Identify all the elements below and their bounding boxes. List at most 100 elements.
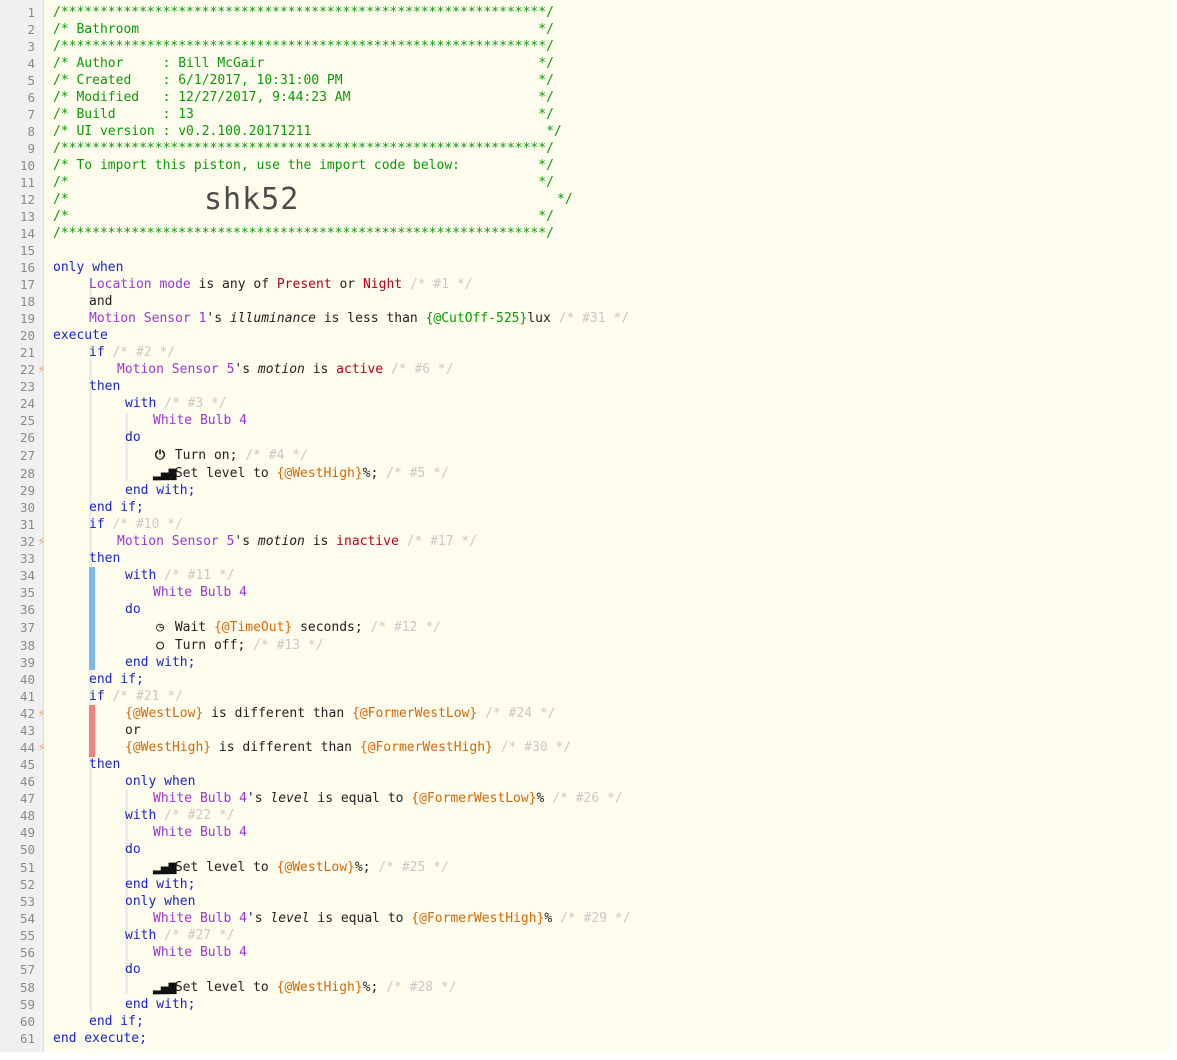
operator-text: is different than xyxy=(211,706,345,721)
possessive: 's xyxy=(234,534,251,549)
header-border: /***************************************… xyxy=(53,141,554,156)
task-wait[interactable]: Wait xyxy=(175,620,206,635)
header-title: /* Bathroom */ xyxy=(53,22,554,37)
end-with-keyword: end with; xyxy=(125,997,196,1012)
piston-code-editor: 1 2 3 4 5 6 7 8 9 10 11 12 13 14 15 16 17 18 19 20 21 22 ⚡ 23 24… xyxy=(0,0,1170,1052)
device-white-bulb-4[interactable]: White Bulb 4 xyxy=(153,944,247,961)
device-white-bulb-4[interactable]: White Bulb 4 xyxy=(153,412,247,429)
then-keyword: then xyxy=(89,757,121,772)
with-keyword: with xyxy=(125,928,157,943)
statement-id: /* #11 */ xyxy=(164,568,235,583)
statement-id: /* #28 */ xyxy=(386,980,457,995)
attribute-motion: motion xyxy=(257,362,305,377)
task-turn-off[interactable]: Turn off; xyxy=(175,638,245,653)
end-with-keyword: end with; xyxy=(125,655,196,670)
task-set-level[interactable]: Set level to xyxy=(175,860,269,875)
or-operator: or xyxy=(125,723,141,738)
end-with-keyword: end with; xyxy=(125,877,196,892)
signal-bars-icon: ▂▄▆ xyxy=(153,466,177,481)
possessive: 's xyxy=(246,911,263,926)
line-number: 15 xyxy=(19,243,35,258)
if-keyword: if xyxy=(89,345,105,360)
statement-id: /* #24 */ xyxy=(485,706,556,721)
statement-id: /* #17 */ xyxy=(406,534,478,549)
header-border: /***************************************… xyxy=(53,5,554,20)
statement-id: /* #6 */ xyxy=(390,362,454,377)
header-created: /* Created : 6/1/2017, 10:31:00 PM */ xyxy=(53,73,554,88)
task-set-level[interactable]: Set level to xyxy=(175,980,269,995)
only-when-keyword: only when xyxy=(125,894,196,909)
possessive: 's xyxy=(246,791,263,806)
value-active[interactable]: active xyxy=(336,362,383,377)
possessive: 's xyxy=(234,362,251,377)
percent-sign: %; xyxy=(362,466,379,481)
clock-icon: ◷ xyxy=(156,620,164,635)
header-border: /***************************************… xyxy=(53,226,554,241)
header-ui-version: /* UI version : v0.2.100.20171211 */ xyxy=(53,124,562,139)
variable-formerwesthigh[interactable]: {@FormerWestHigh} xyxy=(411,911,544,926)
statement-id: /* #27 */ xyxy=(164,928,235,943)
do-keyword: do xyxy=(125,602,141,617)
end-execute-keyword: end execute; xyxy=(53,1031,147,1046)
task-turn-on[interactable]: Turn on; xyxy=(175,448,238,463)
power-icon: ⏻ xyxy=(154,448,166,463)
variable-westhigh[interactable]: {@WestHigh} xyxy=(277,466,363,481)
then-keyword: then xyxy=(89,379,121,394)
location-mode[interactable]: Location mode xyxy=(89,277,191,292)
operator-text: is different than xyxy=(218,740,352,755)
percent-sign: %; xyxy=(362,980,379,995)
statement-id: /* #25 */ xyxy=(378,860,449,875)
statement-id: /* #1 */ xyxy=(409,277,473,292)
statement-id: /* #5 */ xyxy=(386,466,449,481)
end-with-keyword: end with; xyxy=(125,483,196,498)
statement-id: /* #12 */ xyxy=(370,620,441,635)
statement-id: /* #30 */ xyxy=(500,740,572,755)
device-motion-sensor-1[interactable]: Motion Sensor 1 xyxy=(89,311,206,326)
statement-id: /* #13 */ xyxy=(253,638,324,653)
value-present[interactable]: Present xyxy=(277,277,332,292)
statement-id: /* #26 */ xyxy=(552,791,623,806)
operator-text: is equal to xyxy=(317,791,404,806)
variable-formerwestlow[interactable]: {@FormerWestLow} xyxy=(352,706,477,721)
header-blank: /* */ xyxy=(53,209,554,224)
device-white-bulb-4[interactable]: White Bulb 4 xyxy=(153,911,247,926)
signal-bars-icon: ▂▄▆ xyxy=(153,860,177,875)
value-inactive[interactable]: inactive xyxy=(336,534,399,549)
header-code-suffix: */ xyxy=(557,192,573,207)
unit-lux: lux xyxy=(527,311,551,326)
end-if-keyword: end if; xyxy=(89,500,144,515)
with-keyword: with xyxy=(125,808,157,823)
task-set-level[interactable]: Set level to xyxy=(175,466,269,481)
variable-formerwesthigh[interactable]: {@FormerWestHigh} xyxy=(360,740,493,755)
attribute-motion: motion xyxy=(257,534,305,549)
expression-cutoff[interactable]: {@CutOff-525} xyxy=(426,311,528,326)
device-white-bulb-4[interactable]: White Bulb 4 xyxy=(153,584,247,601)
device-white-bulb-4[interactable]: White Bulb 4 xyxy=(153,791,247,806)
only-when-keyword: only when xyxy=(53,260,124,275)
device-motion-sensor-5[interactable]: Motion Sensor 5 xyxy=(117,534,234,549)
percent-sign: %; xyxy=(354,860,371,875)
device-white-bulb-4[interactable]: White Bulb 4 xyxy=(153,824,247,841)
statement-id: /* #3 */ xyxy=(164,396,227,411)
only-when-keyword: only when xyxy=(125,774,196,789)
import-code[interactable]: shk52 xyxy=(204,183,299,217)
variable-timeout[interactable]: {@TimeOut} xyxy=(214,620,292,635)
variable-formerwestlow[interactable]: {@FormerWestLow} xyxy=(411,791,536,806)
operator-text: is less than xyxy=(323,311,418,326)
statement-id: /* #31 */ xyxy=(558,311,630,326)
variable-westhigh[interactable]: {@WestHigh} xyxy=(277,980,363,995)
execute-keyword: execute xyxy=(53,328,108,343)
attribute-level: level xyxy=(270,911,310,926)
operator-text: is equal to xyxy=(317,911,404,926)
variable-westhigh[interactable]: {@WestHigh} xyxy=(125,740,211,755)
header-modified: /* Modified : 12/27/2017, 9:44:23 AM */ xyxy=(53,90,554,105)
device-motion-sensor-5[interactable]: Motion Sensor 5 xyxy=(117,362,234,377)
variable-westlow[interactable]: {@WestLow} xyxy=(277,860,355,875)
statement-id: /* #2 */ xyxy=(112,345,176,360)
value-night[interactable]: Night xyxy=(363,277,402,292)
statement-id: /* #4 */ xyxy=(245,448,308,463)
variable-westlow[interactable]: {@WestLow} xyxy=(125,706,203,721)
operator-text: is any of xyxy=(198,277,270,292)
statement-id: /* #21 */ xyxy=(112,689,183,704)
operator-text: is xyxy=(312,362,329,377)
